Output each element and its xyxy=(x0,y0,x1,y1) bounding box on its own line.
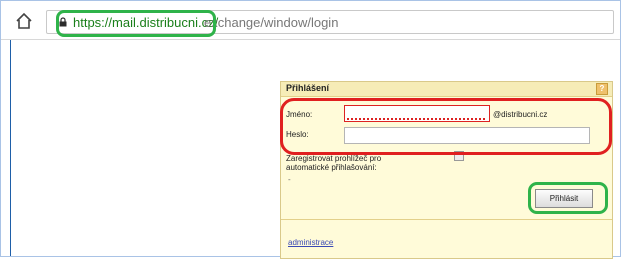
remember-dash: - xyxy=(288,175,291,184)
credentials-highlight-oval xyxy=(280,98,612,155)
home-icon[interactable] xyxy=(15,12,33,30)
remember-label-line1: Zaregistrovat prohlížeč pro xyxy=(286,154,382,163)
submit-highlight-oval xyxy=(528,182,608,214)
login-panel-header: Přihlášení ? xyxy=(281,82,612,97)
remember-label-line2: automatické přihlašování: xyxy=(286,163,377,172)
page-left-divider xyxy=(10,40,11,256)
url-path-part: exchange/window/login xyxy=(204,15,339,30)
panel-divider xyxy=(281,219,612,220)
admin-link[interactable]: administrace xyxy=(288,238,333,247)
login-title: Přihlášení xyxy=(286,83,330,93)
help-icon[interactable]: ? xyxy=(596,83,608,95)
url-highlight-oval xyxy=(56,10,216,37)
